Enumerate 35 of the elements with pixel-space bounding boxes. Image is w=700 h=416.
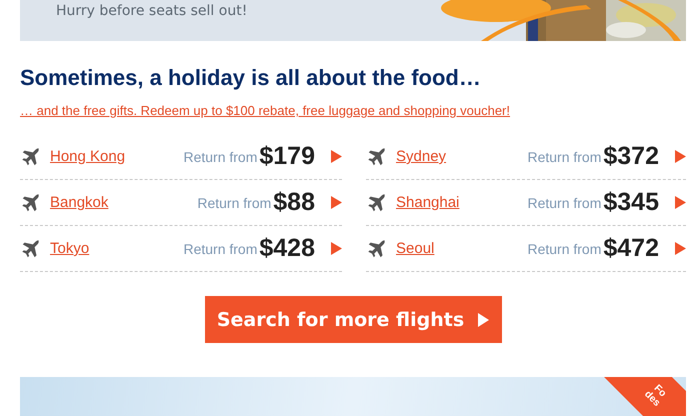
airplane-icon [20,238,42,260]
banner-text: Hurry before seats sell out! [55,3,248,19]
airplane-icon [366,146,388,168]
airplane-icon [366,192,388,214]
fare-price: $88 [273,188,315,217]
play-arrow-icon[interactable] [675,150,686,163]
play-arrow-icon[interactable] [331,242,342,255]
destination-link[interactable]: Sydney [396,148,528,165]
fare-price: $428 [259,234,315,263]
play-arrow-icon [478,312,490,326]
play-arrow-icon[interactable] [331,150,342,163]
fare-label: Return from [527,148,602,164]
destination-link[interactable]: Bangkok [50,194,198,211]
fare-price: $472 [603,234,659,263]
destination-link[interactable]: Hong Kong [50,148,184,165]
airplane-icon [20,192,42,214]
fare-label: Return from [183,240,258,256]
fare-label: Return from [197,194,272,210]
fare-price: $345 [603,188,659,217]
airplane-icon [366,238,388,260]
fare-label: Return from [527,194,602,210]
fare-label: Return from [527,240,602,256]
offer-link[interactable]: … and the free gifts. Redeem up to $100 rebate, free luggage and shopping voucher! [20,103,510,118]
play-arrow-icon[interactable] [675,196,686,209]
airplane-icon [20,146,42,168]
play-arrow-icon[interactable] [331,196,342,209]
headline: Sometimes, a holiday is all about the food… [20,65,482,91]
play-arrow-icon[interactable] [675,242,686,255]
destination-link[interactable]: Shanghai [396,194,528,211]
destination-link[interactable]: Tokyo [50,240,184,257]
fare-price: $179 [259,142,315,171]
fare-price: $372 [603,142,659,171]
fare-label: Return from [183,148,258,164]
destination-link[interactable]: Seoul [396,240,528,257]
search-flights-button[interactable]: Search for more flights [204,296,502,343]
